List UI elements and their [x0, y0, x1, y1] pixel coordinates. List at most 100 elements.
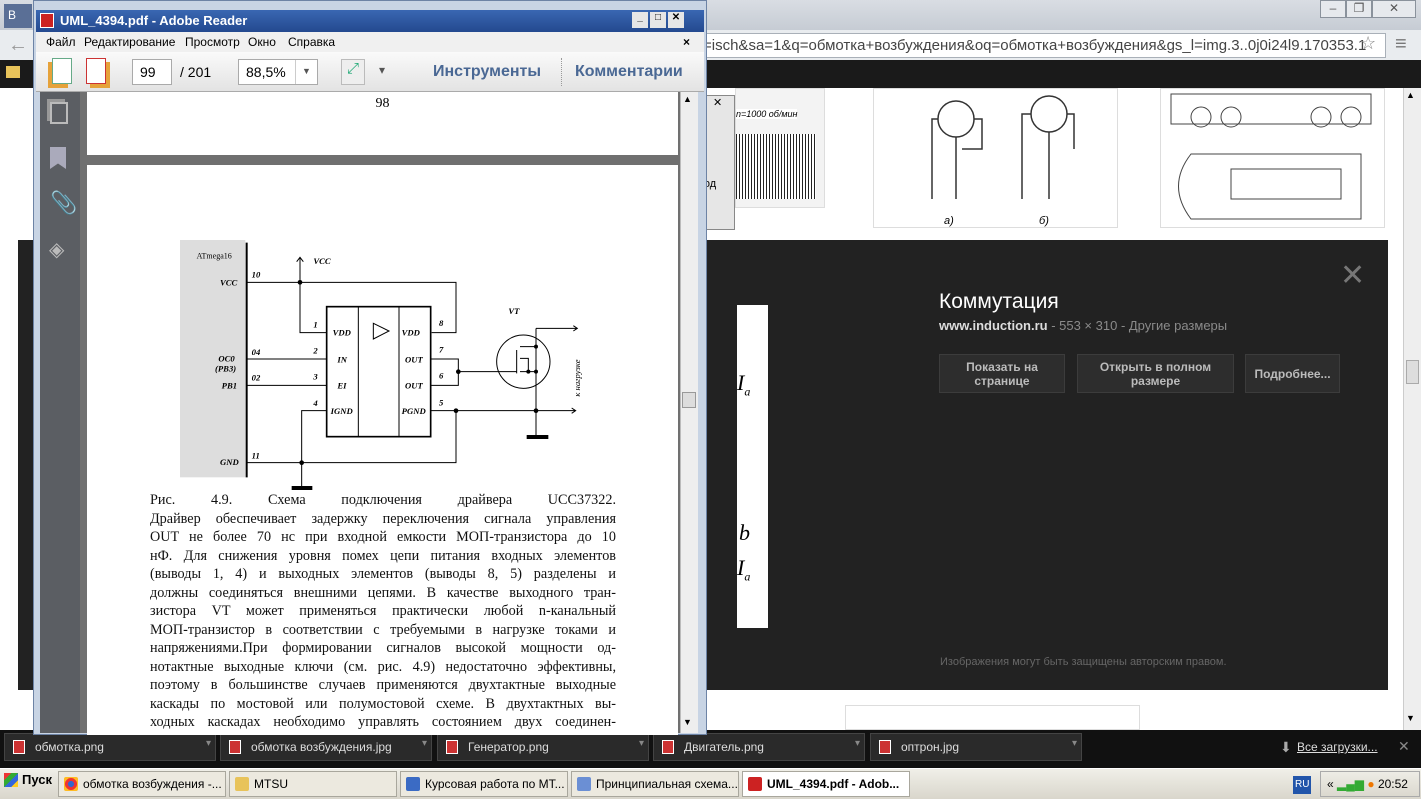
restore-button[interactable]: ❐	[1346, 0, 1372, 18]
reader-menu-bar: Файл Редактирование Просмотр Окно Справк…	[36, 32, 704, 52]
export-pdf-icon[interactable]	[86, 58, 106, 84]
download-item[interactable]: обмотка.png ▾	[4, 733, 216, 761]
taskbar-item[interactable]: обмотка возбуждения -...	[58, 771, 226, 797]
pin-label-gnd: GND	[220, 457, 240, 467]
svg-text:3: 3	[312, 371, 318, 381]
download-item[interactable]: Двигатель.png ▾	[653, 733, 865, 761]
result-thumbnail[interactable]: a) б)	[873, 88, 1118, 228]
bookmark-star-icon[interactable]: ☆	[1360, 33, 1376, 54]
browser-tab[interactable]: B	[4, 4, 32, 28]
page-total: / 201	[180, 64, 212, 80]
comments-button[interactable]: Комментарии	[575, 63, 683, 81]
chevron-down-icon[interactable]: ▾	[639, 738, 644, 749]
taskbar-item[interactable]: Принципиальная схема...	[571, 771, 739, 797]
back-icon[interactable]: ←	[8, 34, 28, 57]
copyright-notice: Изображения могут быть защищены авторски…	[940, 656, 1227, 668]
language-indicator[interactable]: RU	[1293, 776, 1311, 794]
result-thumbnail[interactable]	[1160, 88, 1385, 228]
scroll-up-icon[interactable]: ▲	[683, 94, 692, 104]
maximize-button[interactable]: □	[650, 12, 666, 28]
pin-number: 10	[252, 269, 261, 279]
attachments-icon[interactable]: 📎	[50, 190, 77, 216]
chevron-down-icon[interactable]: ▾	[855, 738, 860, 749]
preview-title: Коммутация	[939, 290, 1059, 313]
chevron-down-icon[interactable]: ▾	[1072, 738, 1077, 749]
tools-button[interactable]: Инструменты	[433, 63, 541, 81]
pdf-page-previous: 98	[87, 92, 678, 155]
scroll-up-icon[interactable]: ▲	[1406, 90, 1415, 100]
taskbar-item[interactable]: Курсовая работа по МТ...	[400, 771, 568, 797]
close-button[interactable]: ✕	[1372, 0, 1416, 18]
menu-view[interactable]: Просмотр	[185, 35, 240, 49]
svg-text:EI: EI	[336, 380, 347, 390]
menu-help[interactable]: Справка	[288, 35, 335, 49]
scroll-thumb[interactable]	[682, 392, 696, 408]
download-item[interactable]: оптрон.jpg ▾	[870, 733, 1082, 761]
zoom-select[interactable]: 88,5% ▼	[238, 59, 318, 85]
more-details-button[interactable]: Подробнее...	[1245, 354, 1340, 393]
result-thumbnail[interactable]: n=1000 об/мин	[735, 88, 825, 208]
source-site-link[interactable]: www.induction.ru	[939, 318, 1048, 333]
svg-text:4: 4	[312, 398, 318, 408]
scroll-down-icon[interactable]: ▼	[683, 717, 692, 727]
driver-schematic: ATmega16 VCC OC0 (PB3) PB1 GND 10 04 02 …	[180, 240, 582, 490]
all-downloads-link[interactable]: Все загрузки...	[1297, 740, 1378, 754]
page-thumbnails-icon[interactable]	[50, 102, 68, 124]
minimize-button[interactable]: –	[1320, 0, 1346, 18]
start-button[interactable]: Пуск	[2, 772, 52, 787]
buffer-triangle	[372, 322, 391, 340]
image-size-info[interactable]: - 553 × 310 - Другие размеры	[1048, 318, 1227, 333]
open-full-size-button[interactable]: Открыть в полном размере	[1077, 354, 1234, 393]
close-downloads-icon[interactable]: ✕	[1398, 738, 1410, 755]
folder-icon[interactable]	[6, 66, 20, 78]
download-item[interactable]: Генератор.png ▾	[437, 733, 649, 761]
create-pdf-icon[interactable]	[52, 58, 72, 84]
navigation-panel: 📎 ◈	[40, 92, 80, 733]
close-document-icon[interactable]: ×	[683, 35, 690, 49]
scroll-thumb[interactable]	[1406, 360, 1419, 384]
close-preview-icon[interactable]: ✕	[1340, 258, 1365, 293]
svg-text:VDD: VDD	[402, 328, 421, 338]
transistor-label: VT	[508, 306, 520, 316]
scroll-down-icon[interactable]: ▼	[1406, 713, 1415, 723]
show-hidden-icons[interactable]: «	[1327, 777, 1334, 791]
windows-logo-icon	[4, 773, 18, 787]
clock[interactable]: 20:52	[1378, 777, 1408, 791]
locomotive-drawing-image	[1170, 93, 1372, 220]
toolbar-overflow-icon[interactable]: ▾	[379, 63, 385, 77]
word-icon	[406, 777, 420, 791]
close-button[interactable]: ✕	[668, 12, 684, 28]
result-thumbnail[interactable]	[845, 705, 1140, 730]
document-scrollbar[interactable]: ▲ ▼	[680, 92, 698, 733]
chevron-down-icon[interactable]: ▾	[422, 738, 427, 749]
chrome-icon	[64, 777, 78, 791]
download-item[interactable]: обмотка возбуждения.jpg ▾	[220, 733, 432, 761]
menu-edit[interactable]: Редактирование	[84, 35, 175, 49]
taskbar-item[interactable]: MTSU	[229, 771, 397, 797]
document-paragraph: Рис. 4.9. Схема подключения драйвера UCC…	[150, 492, 616, 730]
address-bar[interactable]: =isch&sa=1&q=обмотка+возбуждения&oq=обмо…	[700, 33, 1386, 58]
image-file-icon	[662, 740, 674, 754]
chevron-down-icon[interactable]: ▾	[206, 738, 211, 749]
image-file-icon	[879, 740, 891, 754]
bookmarks-icon[interactable]	[50, 147, 66, 169]
menu-window[interactable]: Окно	[248, 35, 276, 49]
close-icon[interactable]: ✕	[713, 96, 722, 109]
fullscreen-icon[interactable]: ⤢	[341, 59, 365, 85]
page-number-input[interactable]: 99	[132, 59, 172, 85]
taskbar-item-active[interactable]: UML_4394.pdf - Adob...	[742, 771, 910, 797]
system-tray: « ▂▄▆ ● 20:52	[1320, 771, 1420, 797]
layers-icon[interactable]: ◈	[49, 237, 64, 262]
page-scrollbar[interactable]: ▲ ▼	[1403, 88, 1421, 730]
minimize-button[interactable]: _	[632, 12, 648, 28]
menu-icon[interactable]: ≡	[1395, 33, 1407, 56]
show-on-page-button[interactable]: Показать на странице	[939, 354, 1065, 393]
svg-text:1: 1	[313, 319, 317, 329]
chevron-down-icon[interactable]: ▼	[295, 60, 317, 84]
svg-text:8: 8	[439, 318, 444, 328]
pin-number: 02	[252, 373, 261, 383]
signal-icon: ▂▄▆	[1337, 777, 1364, 791]
menu-file[interactable]: Файл	[46, 35, 76, 49]
pin-number: 04	[252, 347, 261, 357]
preview-image[interactable]: Ia b Ia	[737, 305, 768, 628]
